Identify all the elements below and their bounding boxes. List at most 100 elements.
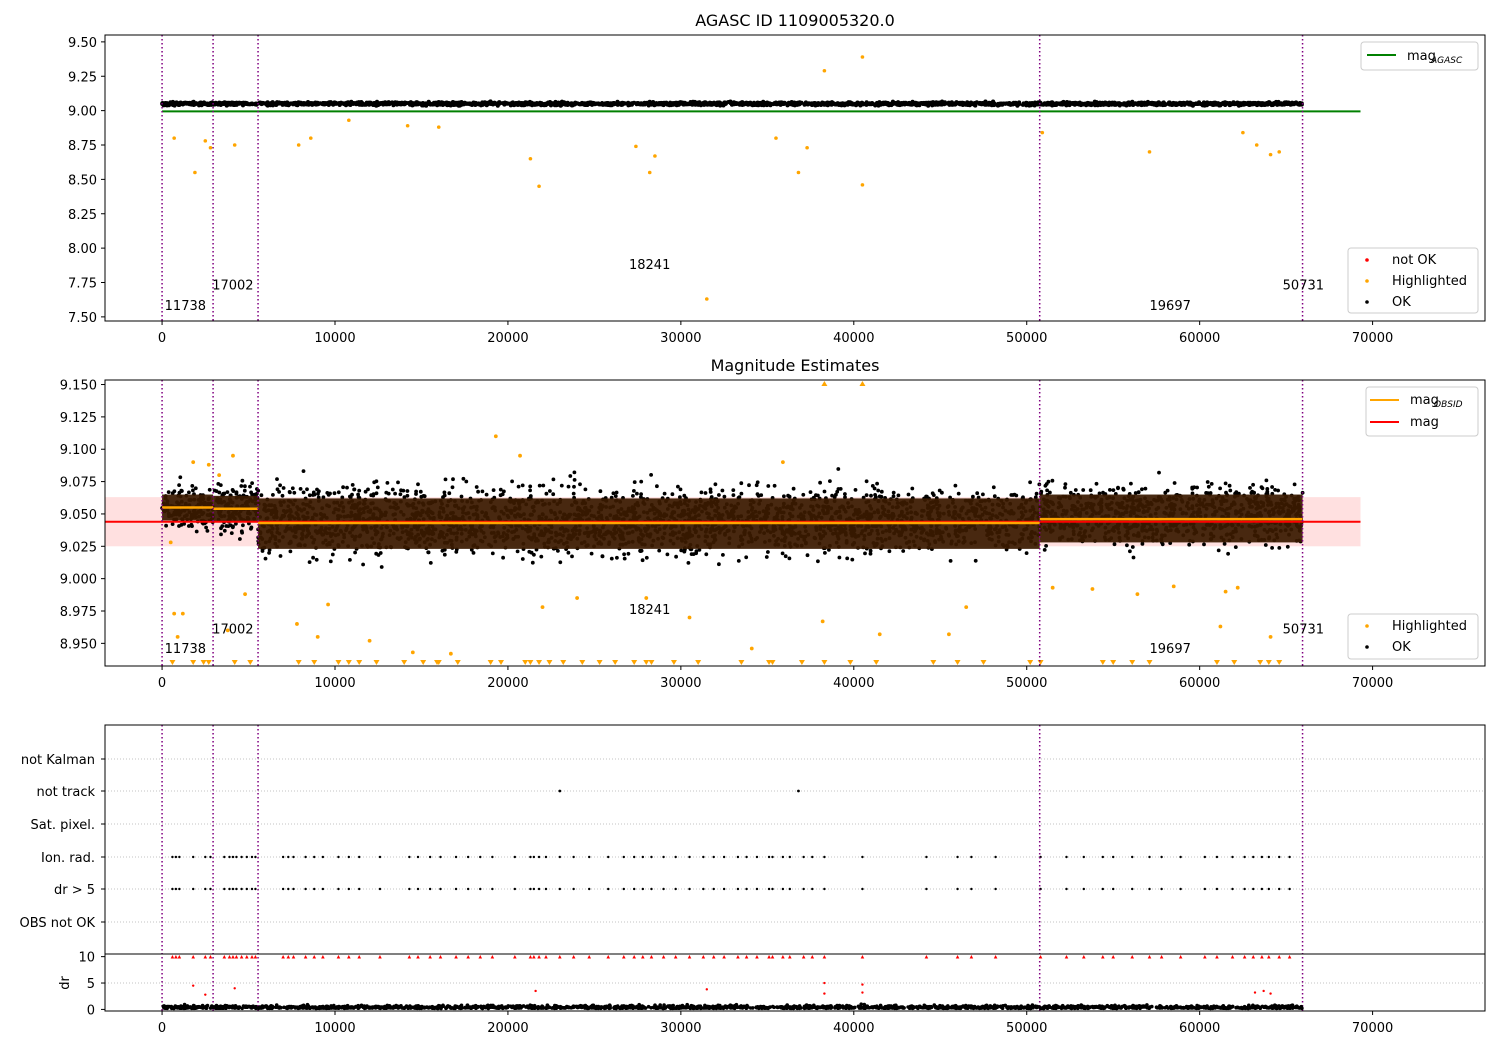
ok-point	[1061, 101, 1066, 106]
ok-point	[870, 484, 875, 488]
ok-point	[639, 492, 643, 496]
highlighted-point	[705, 297, 709, 301]
ok-point	[1193, 101, 1198, 106]
ok-point	[366, 487, 370, 492]
ok-point	[765, 102, 770, 107]
ok-point	[929, 102, 934, 107]
ok-point	[535, 102, 540, 107]
highlighted-point	[193, 170, 197, 175]
ok-point	[1046, 101, 1051, 106]
ok-point	[393, 491, 397, 496]
ok-point	[1010, 102, 1015, 107]
ok-point	[713, 482, 718, 487]
highlighted-point	[296, 143, 301, 147]
ok-point	[177, 483, 182, 487]
ok-point	[460, 101, 465, 106]
ok-point	[953, 483, 958, 488]
ok-point	[761, 103, 766, 108]
ok-point	[221, 491, 226, 496]
ok-point	[409, 102, 414, 107]
ok-point	[609, 102, 614, 107]
not-ok-legend-label: not OK	[1392, 253, 1437, 268]
highlighted-point	[232, 143, 237, 147]
highlighted-point	[537, 184, 541, 189]
ok-point	[1092, 99, 1097, 104]
ok-point	[541, 483, 546, 488]
ok-point	[656, 101, 661, 106]
highlighted-point	[1254, 143, 1259, 147]
highlighted-point	[860, 55, 865, 59]
ok-point	[942, 100, 947, 105]
ok-point	[836, 467, 841, 471]
ok-point	[931, 493, 936, 497]
x-tick-label: 40000	[833, 331, 874, 346]
ok-point	[923, 101, 928, 106]
ok-point	[644, 555, 649, 560]
ok-point	[826, 101, 831, 106]
ok-point	[1077, 101, 1082, 106]
ok-point	[451, 477, 455, 482]
obsid-label: 50731	[1283, 278, 1324, 293]
ok-point	[548, 489, 552, 493]
ok-point	[816, 101, 821, 106]
agasc-legend-lower: not OK Highlighted OK	[1347, 247, 1479, 314]
ok-point	[632, 480, 637, 484]
ok-point	[1131, 102, 1136, 107]
ok-point	[311, 555, 315, 560]
ok-point	[265, 101, 270, 105]
ok-point	[981, 492, 985, 497]
ok-point	[476, 489, 480, 494]
ok-point	[554, 101, 559, 106]
ok-point	[222, 528, 227, 533]
ok-point	[853, 488, 858, 492]
ok-point	[193, 486, 198, 491]
ok-point	[902, 102, 907, 107]
ok-point	[361, 562, 365, 567]
ok-point	[838, 487, 843, 491]
y-tick-label: 9.00	[68, 105, 97, 120]
ok-point	[516, 484, 521, 489]
y-tick-label: 8.50	[68, 173, 97, 188]
ok-point	[424, 101, 429, 106]
ok-point	[510, 479, 514, 484]
ok-point	[248, 102, 253, 107]
ok-point	[1070, 101, 1074, 106]
ok-point	[321, 101, 326, 106]
ok-point	[471, 551, 476, 555]
ok-point	[869, 102, 874, 107]
y-tick-label: 8.75	[68, 139, 97, 154]
ok-point	[978, 101, 983, 106]
ok-point	[569, 101, 573, 106]
ok-point	[490, 551, 495, 556]
ok-point	[442, 490, 447, 495]
ok-point	[730, 101, 735, 106]
x-tick-label: 50000	[1006, 331, 1047, 346]
ok-point	[566, 550, 571, 555]
ok-point	[714, 102, 718, 106]
ok-point	[354, 100, 359, 105]
ok-point	[954, 101, 959, 105]
ok-point	[830, 102, 835, 106]
ok-point	[375, 99, 379, 104]
ok-point	[799, 100, 804, 105]
ok-point	[249, 490, 254, 495]
not-ok-legend-marker	[1365, 258, 1369, 262]
ok-point	[764, 555, 769, 559]
ok-point	[843, 102, 848, 107]
ok-point	[398, 492, 403, 497]
highlighted-point	[203, 139, 208, 143]
ok-point	[655, 484, 659, 489]
ok-point	[168, 101, 173, 106]
ok-point	[1022, 102, 1026, 107]
ok-point	[1223, 102, 1227, 107]
ok-point	[822, 489, 827, 494]
ok-point	[561, 101, 566, 105]
ok-point	[598, 489, 603, 494]
ok-point	[459, 494, 464, 499]
ok-point	[497, 101, 502, 106]
ok-point	[327, 101, 332, 106]
ok-point	[345, 485, 349, 490]
ok-point	[1182, 102, 1187, 107]
ok-point	[305, 487, 309, 492]
highlighted-legend-marker	[1365, 279, 1369, 283]
